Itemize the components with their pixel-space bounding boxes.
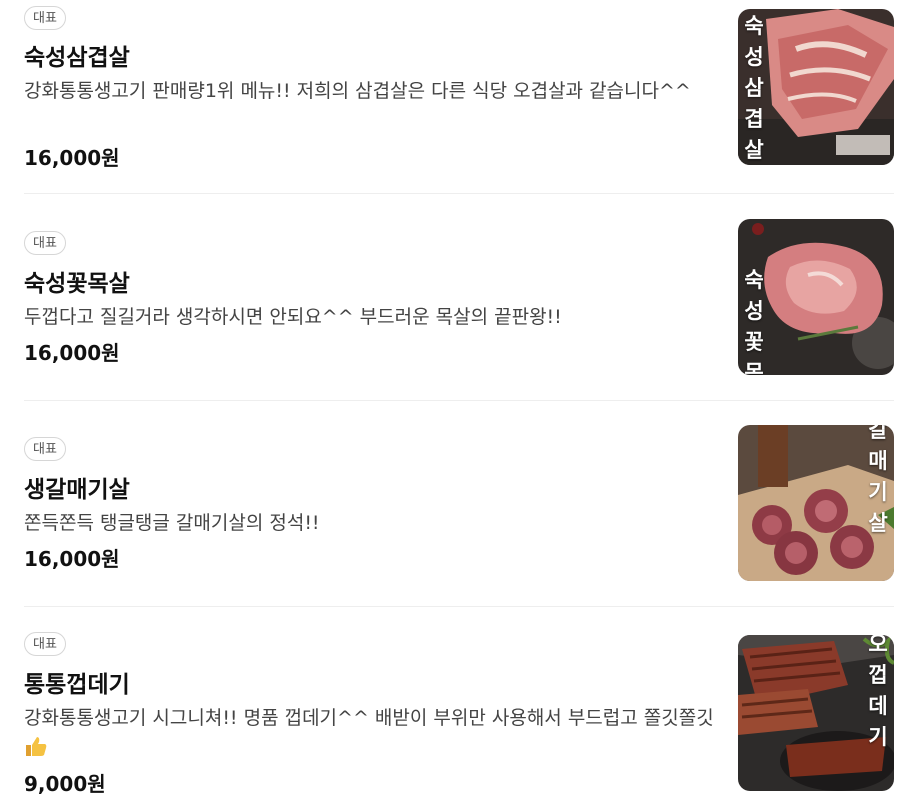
menu-item-price: 16,000원	[24, 341, 120, 365]
menu-item-description: 두껍다고 질길거라 생각하시면 안되요^^ 부드러운 목살의 끝판왕!!	[24, 306, 562, 328]
menu-item-name: 통통껍데기	[24, 672, 130, 698]
thumbs-up-icon	[24, 733, 48, 763]
signature-badge: 대표	[24, 632, 66, 656]
menu-item-description: 강화통통생고기 시그니쳐!! 명품 껍데기^^ 배받이 부위만 사용해서 부드럽…	[24, 703, 714, 763]
signature-badge: 대표	[24, 6, 66, 30]
signature-badge: 대표	[24, 231, 66, 255]
menu-item-description: 쫀득쫀득 탱글탱글 갈매기살의 정석!!	[24, 512, 320, 534]
menu-item-image[interactable]: 숙성꽃목살	[738, 219, 894, 375]
divider	[24, 606, 894, 607]
menu-item-description-text: 강화통통생고기 시그니쳐!! 명품 껍데기^^ 배받이 부위만 사용해서 부드럽…	[24, 707, 714, 729]
menu-item-image[interactable]: 갈매기살	[738, 425, 894, 581]
image-overlay-text: 숙성꽃목살	[744, 268, 764, 375]
menu-item-image[interactable]: 숙성삼겹살	[738, 9, 894, 165]
divider	[24, 400, 894, 401]
menu-item-name: 숙성삼겹살	[24, 45, 130, 71]
menu-item-name: 생갈매기살	[24, 477, 130, 503]
menu-item-price: 16,000원	[24, 547, 120, 571]
signature-badge: 대표	[24, 437, 66, 461]
image-overlay-text: 숙성삼겹살	[744, 14, 764, 162]
menu-item-image[interactable]: 오껍데기	[738, 635, 894, 791]
divider	[24, 193, 894, 194]
menu-item-price: 16,000원	[24, 146, 120, 170]
menu-item-price: 9,000원	[24, 772, 106, 796]
image-overlay-text: 오껍데기	[868, 635, 888, 749]
menu-item-description: 강화통통생고기 판매량1위 메뉴!! 저희의 삼겹살은 다른 식당 오겹살과 같…	[24, 80, 691, 102]
menu-item-name: 숙성꽃목살	[24, 271, 130, 297]
image-overlay-text: 갈매기살	[868, 425, 888, 535]
